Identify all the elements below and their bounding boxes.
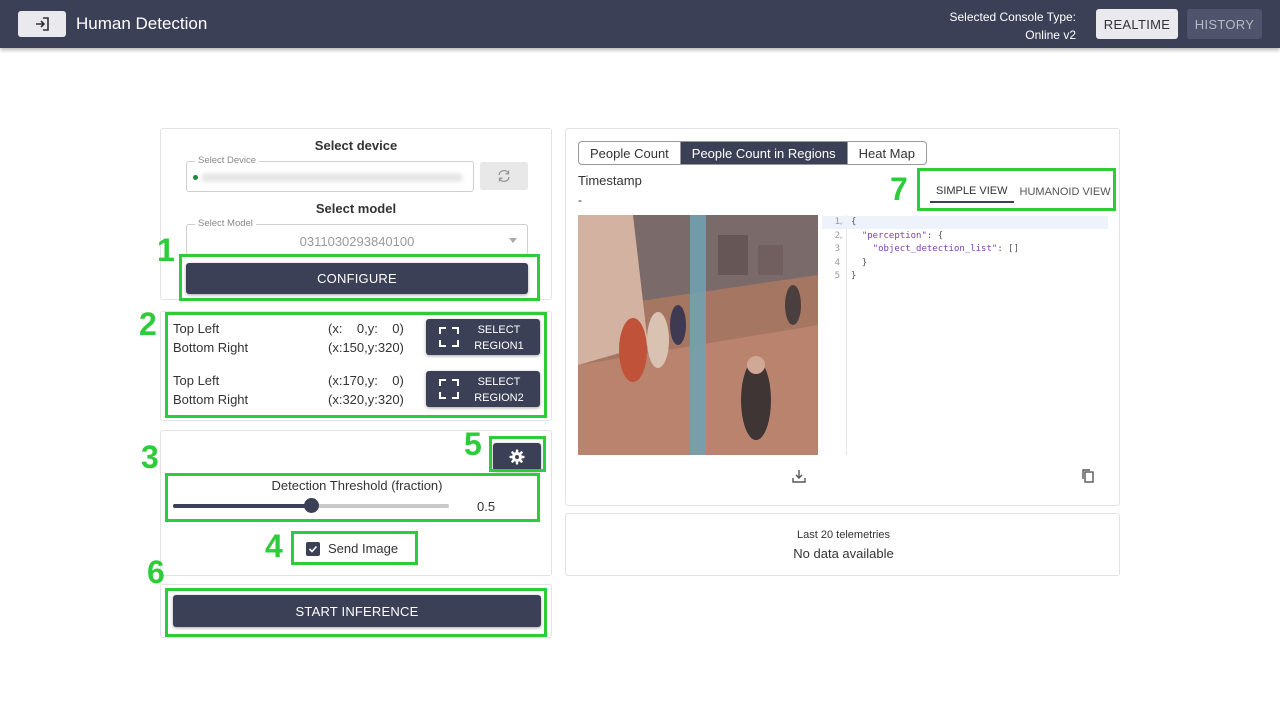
timestamp-value: - [578, 193, 582, 207]
console-type-value: Online v2 [1025, 28, 1076, 42]
annotation-box-4 [291, 531, 418, 565]
telemetry-title: Last 20 telemetries [797, 529, 890, 541]
device-id-redacted [201, 173, 463, 182]
history-button[interactable]: HISTORY [1187, 9, 1262, 39]
code-text: "object_detection_list": [] [872, 244, 1019, 254]
login-icon [36, 17, 49, 31]
tab-people-count-in-regions[interactable]: People Count in Regions [680, 142, 848, 164]
line-number: 3 [834, 244, 840, 254]
realtime-button[interactable]: REALTIME [1096, 9, 1178, 39]
annotation-box-6 [165, 588, 547, 637]
annotation-number-3: 3 [141, 439, 159, 475]
app-header: Human Detection Selected Console Type: O… [0, 0, 1280, 48]
annotation-number-2: 2 [139, 306, 157, 342]
code-line: 4 } [822, 257, 1108, 270]
code-line: 5} [822, 270, 1108, 283]
model-value: 0311030293840100 [299, 234, 415, 249]
refresh-icon [498, 169, 510, 183]
select-model-title: Select model [315, 201, 397, 216]
json-viewer: 1 ⌄{2 ⌄ "perception": {3 "object_detection… [822, 215, 1108, 455]
model-select[interactable]: Select Model 0311030293840100 [186, 218, 528, 255]
code-text: } [851, 257, 868, 268]
refresh-devices-button[interactable] [480, 162, 528, 190]
device-status-dot [193, 175, 198, 180]
tab-heat-map[interactable]: Heat Map [848, 142, 926, 164]
annotation-number-7: 7 [890, 171, 908, 207]
code-text: "perception": { [861, 230, 944, 241]
line-number: 4 [834, 257, 840, 268]
device-field-label: Select Device [195, 155, 260, 166]
timestamp-label: Timestamp [578, 173, 642, 188]
console-type-label: Selected Console Type: [949, 10, 1076, 24]
chevron-down-icon [509, 238, 517, 243]
view-tabs: People Count People Count in Regions Hea… [578, 141, 927, 165]
code-text: { [851, 217, 857, 227]
annotation-box-3 [165, 473, 540, 522]
camera-image [578, 215, 818, 455]
line-number: 5 [834, 271, 840, 281]
code-text: } [851, 271, 857, 281]
annotation-number-4: 4 [265, 528, 283, 564]
device-select[interactable]: Select Device [186, 155, 474, 192]
telemetry-empty-message: No data available [793, 546, 894, 561]
copy-icon[interactable] [1080, 468, 1096, 484]
select-device-title: Select device [314, 138, 398, 153]
annotation-box-7 [917, 168, 1116, 211]
fold-chevron-icon[interactable]: ⌄ [839, 216, 843, 229]
code-line: 1 ⌄{ [822, 216, 1108, 229]
annotation-box-2 [165, 312, 547, 418]
annotation-number-6: 6 [147, 554, 165, 590]
model-field-label: Select Model [195, 218, 256, 229]
fold-chevron-icon[interactable]: ⌄ [839, 230, 843, 243]
code-line: 3 "object_detection_list": [] [822, 243, 1108, 256]
annotation-number-1: 1 [157, 232, 175, 268]
console-type: Selected Console Type: Online v2 [949, 8, 1076, 44]
annotation-box-1 [179, 254, 540, 301]
code-line: 2 ⌄ "perception": { [822, 230, 1108, 243]
download-icon[interactable] [791, 468, 807, 484]
app-title: Human Detection [76, 14, 208, 33]
annotation-box-5 [489, 436, 546, 472]
telemetry-panel: Last 20 telemetries No data available [565, 513, 1120, 576]
exit-button[interactable] [18, 11, 66, 37]
tab-people-count[interactable]: People Count [579, 142, 681, 164]
annotation-number-5: 5 [464, 426, 482, 462]
